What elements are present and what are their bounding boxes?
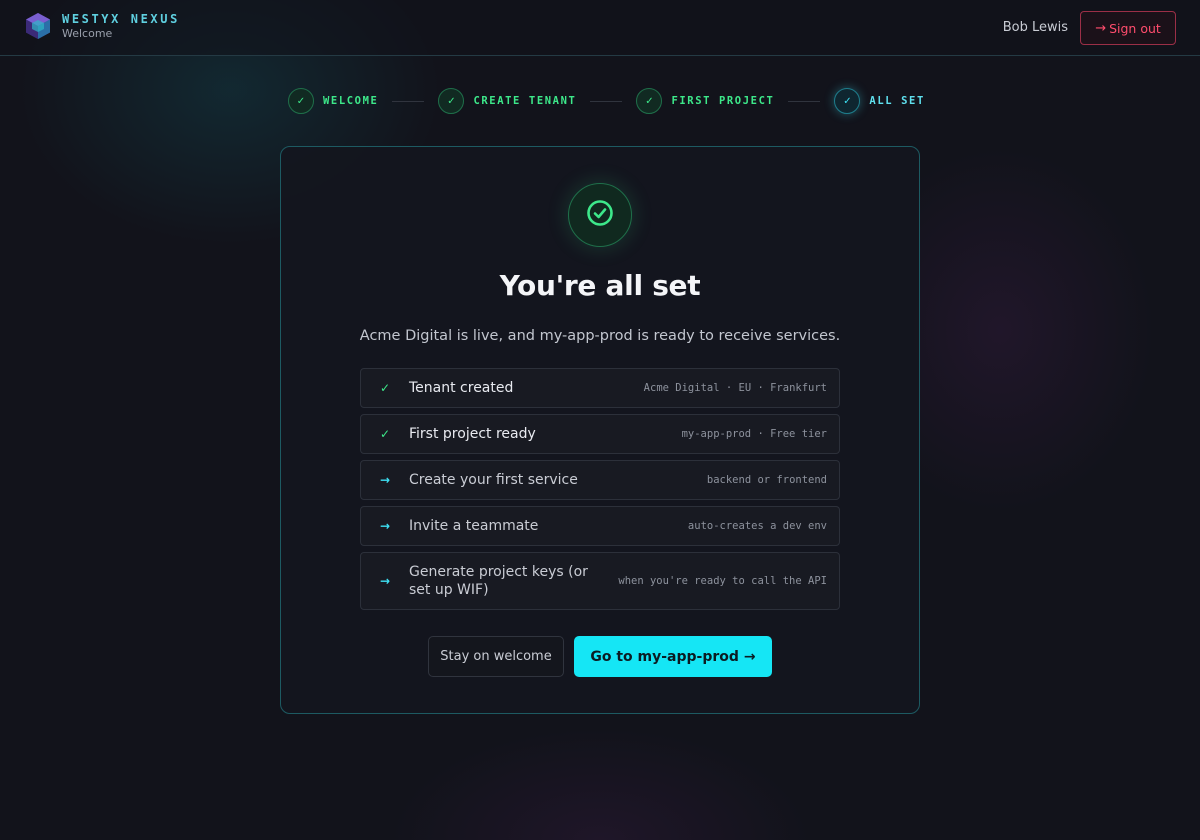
check-icon: ✓ (438, 88, 465, 114)
step-connector (392, 100, 425, 102)
item-label: Invite a teammate (409, 518, 539, 534)
check-icon: ✓ (834, 88, 861, 114)
logo-icon (25, 12, 51, 40)
card-title: You're all set (499, 269, 701, 302)
next-steps-checklist: ✓ Tenant created Acme Digital · EU · Fra… (360, 368, 840, 616)
item-meta: when you're ready to call the API (618, 575, 827, 587)
stay-on-welcome-button[interactable]: Stay on welcome (428, 636, 564, 677)
arrow-right-icon: → (380, 473, 391, 487)
step-label: WELCOME (323, 95, 379, 107)
item-label: Generate project keys (or set up WIF) (409, 564, 588, 598)
step-label: ALL SET (869, 95, 925, 107)
item-meta: Acme Digital · EU · Frankfurt (643, 382, 827, 394)
step-create-tenant: ✓ CREATE TENANT (438, 88, 576, 114)
page-subtitle: Welcome (62, 27, 113, 40)
item-meta: my-app-prod · Free tier (681, 428, 827, 440)
list-item: → Generate project keys (or set up WIF) … (360, 552, 840, 610)
brand-name: WESTYX NEXUS (62, 12, 180, 26)
step-label: FIRST PROJECT (671, 95, 775, 107)
go-to-project-button[interactable]: Go to my-app-prod → (574, 636, 772, 677)
onboarding-stepper: ✓ WELCOME ✓ CREATE TENANT ✓ FIRST PROJEC… (288, 88, 925, 114)
check-icon: ✓ (380, 381, 391, 395)
item-label: Create your first service (409, 472, 578, 488)
arrow-right-icon: → (380, 574, 391, 588)
step-all-set: ✓ ALL SET (834, 88, 924, 114)
item-label: Tenant created (409, 380, 514, 396)
completion-card: You're all set Acme Digital is live, and… (280, 146, 920, 714)
go-button-label: Go to my-app-prod (590, 648, 739, 665)
sign-out-label: Sign out (1109, 20, 1161, 36)
arrow-right-icon: → (380, 519, 391, 533)
item-label: First project ready (409, 426, 536, 442)
list-item: ✓ First project ready my-app-prod · Free… (360, 414, 840, 454)
step-first-project: ✓ FIRST PROJECT (636, 88, 774, 114)
sign-out-button[interactable]: → Sign out (1080, 11, 1176, 45)
check-icon: ✓ (380, 427, 391, 441)
check-circle-icon (586, 199, 614, 231)
step-connector (590, 100, 623, 102)
check-icon: ✓ (288, 88, 314, 114)
item-meta: backend or frontend (706, 474, 827, 486)
step-connector (788, 100, 821, 102)
list-item: → Create your first service backend or f… (360, 460, 840, 500)
card-subtitle: Acme Digital is live, and my-app-prod is… (359, 328, 841, 344)
step-welcome: ✓ WELCOME (288, 88, 378, 114)
step-label: CREATE TENANT (473, 95, 577, 107)
success-badge (568, 183, 632, 247)
list-item: → Invite a teammate auto-creates a dev e… (360, 506, 840, 546)
top-bar: WESTYX NEXUS Welcome Bob Lewis → Sign ou… (0, 0, 1200, 56)
item-meta: auto-creates a dev env (687, 520, 827, 532)
arrow-right-icon: → (743, 648, 756, 665)
check-icon: ✓ (636, 88, 663, 114)
list-item: ✓ Tenant created Acme Digital · EU · Fra… (360, 368, 840, 408)
sign-out-icon: → (1095, 20, 1107, 36)
user-name: Bob Lewis (1002, 20, 1068, 35)
